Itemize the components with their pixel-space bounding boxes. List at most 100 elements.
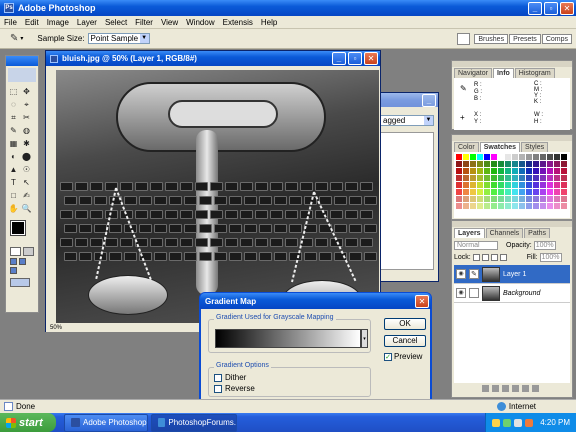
- swatch[interactable]: [484, 189, 490, 195]
- imageready-icon[interactable]: [10, 278, 30, 287]
- swatch[interactable]: [470, 175, 476, 181]
- swatch[interactable]: [463, 154, 469, 160]
- reverse-checkbox[interactable]: [214, 384, 222, 393]
- info-tab-navigator[interactable]: Navigator: [454, 68, 492, 78]
- swatch[interactable]: [533, 196, 539, 202]
- swatch[interactable]: [519, 154, 525, 160]
- lock-position-icon[interactable]: [490, 254, 498, 261]
- swatch[interactable]: [547, 196, 553, 202]
- swatch[interactable]: [519, 168, 525, 174]
- swatch[interactable]: [484, 182, 490, 188]
- swatch[interactable]: [470, 182, 476, 188]
- swatch[interactable]: [456, 182, 462, 188]
- swatch[interactable]: [540, 203, 546, 209]
- menu-edit[interactable]: Edit: [25, 18, 39, 27]
- swatch[interactable]: [533, 154, 539, 160]
- maximize-button[interactable]: ▫: [544, 1, 558, 15]
- swatch[interactable]: [491, 161, 497, 167]
- taskbar-button[interactable]: PhotoshopForums.co...: [151, 413, 237, 432]
- swatch[interactable]: [533, 182, 539, 188]
- dodge-icon[interactable]: ☉: [21, 164, 32, 175]
- new-set-icon[interactable]: [502, 384, 509, 392]
- swatch[interactable]: [477, 154, 483, 160]
- swatch[interactable]: [491, 182, 497, 188]
- swatch[interactable]: [526, 189, 532, 195]
- swatch[interactable]: [512, 175, 518, 181]
- document-canvas[interactable]: [56, 70, 379, 324]
- cancel-button[interactable]: Cancel: [384, 335, 426, 347]
- swatch[interactable]: [526, 182, 532, 188]
- swatch[interactable]: [554, 168, 560, 174]
- menu-window[interactable]: Window: [186, 18, 214, 27]
- swatch[interactable]: [526, 203, 532, 209]
- brush-link-icon[interactable]: [469, 288, 479, 298]
- notes-icon[interactable]: ✍: [21, 190, 32, 201]
- swatch[interactable]: [512, 161, 518, 167]
- layers-tab-paths[interactable]: Paths: [524, 228, 551, 238]
- swatch[interactable]: [484, 203, 490, 209]
- swatch[interactable]: [470, 189, 476, 195]
- info-tab-histogram[interactable]: Histogram: [514, 68, 555, 78]
- swatch[interactable]: [554, 189, 560, 195]
- bg-minimize-button[interactable]: _: [422, 93, 436, 107]
- swatch[interactable]: [554, 182, 560, 188]
- swatch[interactable]: [540, 189, 546, 195]
- swatch[interactable]: [477, 203, 483, 209]
- tray-icon-4[interactable]: [525, 418, 534, 427]
- swatch[interactable]: [463, 182, 469, 188]
- swatch[interactable]: [540, 182, 546, 188]
- crop-icon[interactable]: ⌗: [8, 112, 19, 123]
- slice-icon[interactable]: ✂: [21, 112, 32, 123]
- swatch[interactable]: [526, 196, 532, 202]
- swatch[interactable]: [498, 154, 504, 160]
- swatch[interactable]: [484, 161, 490, 167]
- swatch[interactable]: [540, 175, 546, 181]
- menu-file[interactable]: File: [4, 18, 17, 27]
- swatch[interactable]: [512, 203, 518, 209]
- swatches-tab-styles[interactable]: Styles: [521, 142, 549, 152]
- eraser-icon[interactable]: ◐: [8, 151, 19, 162]
- close-button[interactable]: ✕: [560, 1, 574, 15]
- layer-row[interactable]: ◉ Background: [454, 284, 570, 303]
- swatch[interactable]: [561, 175, 567, 181]
- new-layer-icon[interactable]: [522, 384, 529, 392]
- doc-close-button[interactable]: ✕: [364, 52, 378, 65]
- move-icon[interactable]: ✥: [21, 86, 32, 97]
- swatch[interactable]: [519, 196, 525, 202]
- document-zoom-status[interactable]: 50%: [50, 325, 62, 331]
- swatch[interactable]: [540, 161, 546, 167]
- sample-size-select[interactable]: Point Sample ▼: [87, 33, 150, 44]
- swatch[interactable]: [519, 161, 525, 167]
- swatch[interactable]: [456, 168, 462, 174]
- swatch[interactable]: [554, 196, 560, 202]
- swatch[interactable]: [477, 189, 483, 195]
- swatch[interactable]: [561, 203, 567, 209]
- trash-icon[interactable]: [532, 384, 539, 392]
- swatch[interactable]: [470, 196, 476, 202]
- swatch[interactable]: [533, 203, 539, 209]
- gradient-icon[interactable]: ⬤: [21, 151, 32, 162]
- swatch[interactable]: [498, 175, 504, 181]
- swatch[interactable]: [561, 161, 567, 167]
- fill-field[interactable]: 100%: [539, 253, 562, 262]
- palette-well-tab-comps[interactable]: Comps: [541, 33, 572, 44]
- swatch[interactable]: [498, 168, 504, 174]
- menu-select[interactable]: Select: [105, 18, 127, 27]
- swatch[interactable]: [463, 161, 469, 167]
- doc-minimize-button[interactable]: _: [332, 52, 346, 65]
- eye-icon[interactable]: ◉: [456, 269, 466, 279]
- swatch[interactable]: [463, 196, 469, 202]
- tray-icon-3[interactable]: [514, 418, 523, 427]
- doc-maximize-button[interactable]: ▫: [348, 52, 362, 65]
- history-brush-icon[interactable]: ✱: [21, 138, 32, 149]
- layers-tab-channels[interactable]: Channels: [485, 228, 524, 238]
- tray-icon-1[interactable]: [492, 418, 501, 427]
- swatch[interactable]: [547, 161, 553, 167]
- palette-well-tab-presets[interactable]: Presets: [509, 33, 541, 44]
- swatch[interactable]: [484, 154, 490, 160]
- swatch[interactable]: [484, 196, 490, 202]
- swatch[interactable]: [561, 196, 567, 202]
- gradient-dropdown-arrow-icon[interactable]: ▾: [361, 329, 368, 348]
- swatch[interactable]: [533, 168, 539, 174]
- swatch[interactable]: [463, 203, 469, 209]
